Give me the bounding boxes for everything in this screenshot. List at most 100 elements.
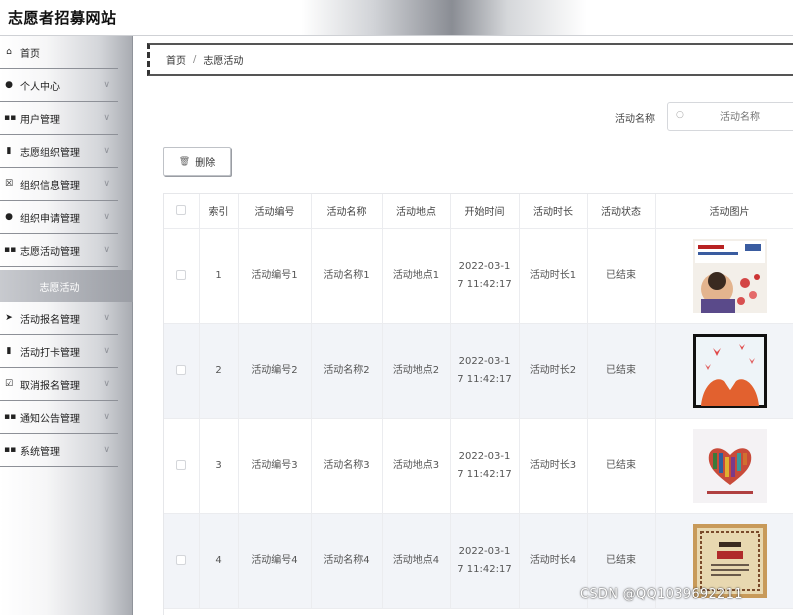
sidebar-item-user-management[interactable]: ▪▪ 用户管理 ∨: [0, 102, 118, 135]
sidebar-item-activity-signup[interactable]: ➤ 活动报名管理 ∨: [0, 302, 118, 335]
column-header: 开始时间: [450, 194, 520, 229]
activity-image-books-heart[interactable]: [692, 428, 767, 503]
sidebar-item-label: 个人中心: [20, 81, 60, 93]
sidebar-item-label: 志愿活动管理: [20, 246, 80, 258]
cell-start-time: 2022-03-1 7 11:42:17: [450, 323, 520, 419]
cell-name: 活动名称4: [311, 513, 383, 609]
table-row[interactable]: 1 活动编号1 活动名称1 活动地点1 2022-03-1 7 11:42:17 …: [164, 228, 793, 324]
column-header: 活动图片: [655, 194, 793, 229]
cell-place: 活动地点2: [382, 323, 451, 419]
cell-code: 活动编号4: [238, 513, 312, 609]
sidebar-item-personal-center[interactable]: ● 个人中心 ∨: [0, 69, 118, 102]
person-icon: ●: [5, 212, 13, 222]
grid-icon: ▪▪: [4, 445, 17, 455]
sidebar-item-label: 组织申请管理: [20, 213, 80, 225]
table-header-row: 索引 活动编号 活动名称 活动地点 开始时间 活动时长 活动状态 活动图片: [164, 194, 793, 229]
cell-place: 活动地点4: [382, 513, 451, 609]
activity-image-poster[interactable]: [692, 238, 767, 313]
column-header: 活动地点: [382, 194, 451, 229]
grid-icon: ▪▪: [4, 245, 17, 255]
breadcrumb-separator: /: [193, 54, 197, 65]
chevron-down-icon: ∨: [103, 179, 110, 189]
user-icon: ●: [5, 80, 13, 90]
grid-icon: ▪▪: [4, 412, 17, 422]
sidebar-item-org-application[interactable]: ● 组织申请管理 ∨: [0, 201, 118, 234]
cell-name: 活动名称1: [311, 228, 383, 324]
sidebar-subitem-volunteer-activity[interactable]: 志愿活动: [0, 270, 133, 302]
activity-image-hands-heart[interactable]: [692, 333, 767, 408]
column-header: 活动时长: [519, 194, 588, 229]
chevron-down-icon: ∨: [103, 80, 110, 90]
cell-start-time: 2022-03-1 7 11:42:17: [450, 228, 520, 324]
sidebar-item-label: 通知公告管理: [20, 413, 80, 425]
chevron-down-icon: ∨: [103, 113, 110, 123]
select-all-checkbox[interactable]: [176, 205, 187, 216]
breadcrumb-current: 志愿活动: [203, 56, 244, 67]
delete-button[interactable]: 🗑 删除: [163, 147, 231, 176]
cell-status: 已结束: [587, 323, 656, 419]
row-checkbox[interactable]: [176, 269, 187, 280]
sidebar-item-label: 活动打卡管理: [20, 347, 80, 359]
breadcrumb-home[interactable]: 首页: [166, 52, 186, 67]
sidebar-item-label: 取消报名管理: [20, 380, 80, 392]
sidebar-item-notice[interactable]: ▪▪ 通知公告管理 ∨: [0, 401, 118, 434]
cell-duration: 活动时长1: [519, 228, 588, 324]
cell-code: 活动编号1: [238, 228, 312, 324]
chevron-up-icon: ∨: [103, 245, 110, 255]
cell-image: [655, 228, 793, 324]
search-input[interactable]: [690, 107, 790, 127]
column-header: 索引: [199, 194, 239, 229]
sidebar-item-label: 志愿组织管理: [20, 147, 80, 159]
cell-duration: 活动时长3: [519, 418, 588, 514]
delete-button-label: 删除: [195, 158, 216, 169]
cell-place: 活动地点1: [382, 228, 451, 324]
table-row[interactable]: 2 活动编号2 活动名称2 活动地点2 2022-03-1 7 11:42:17 …: [164, 323, 793, 419]
home-icon: ⌂: [6, 47, 12, 57]
chart-icon: ▮: [6, 146, 12, 156]
row-checkbox[interactable]: [176, 554, 187, 565]
cell-status: 已结束: [587, 418, 656, 514]
bar-chart-icon: ▮: [6, 346, 12, 356]
cell-place: 活动地点3: [382, 418, 451, 514]
chevron-down-icon: ∨: [103, 412, 110, 422]
sidebar-item-label: 首页: [20, 48, 40, 60]
chevron-down-icon: ∨: [103, 146, 110, 156]
sidebar-item-label: 系统管理: [20, 446, 60, 458]
search-field[interactable]: ○: [667, 102, 793, 131]
sidebar-item-volunteer-activity[interactable]: ▪▪ 志愿活动管理 ∨: [0, 234, 118, 267]
column-header: 活动状态: [587, 194, 656, 229]
search-icon: ○: [676, 110, 684, 120]
sidebar-item-org-info[interactable]: ☒ 组织信息管理 ∨: [0, 168, 118, 201]
cell-name: 活动名称3: [311, 418, 383, 514]
cell-duration: 活动时长4: [519, 513, 588, 609]
chevron-down-icon: ∨: [103, 379, 110, 389]
grid-icon: ▪▪: [4, 113, 17, 123]
cell-index: 2: [199, 323, 239, 419]
send-icon: ➤: [5, 313, 13, 323]
sidebar-item-cancel-signup[interactable]: ☑ 取消报名管理 ∨: [0, 368, 118, 401]
sidebar-item-label: 组织信息管理: [20, 180, 80, 192]
search-label: 活动名称: [615, 114, 655, 125]
breadcrumb: 首页 / 志愿活动: [147, 43, 793, 76]
checkbox-icon: ☑: [4, 379, 14, 389]
cell-code: 活动编号3: [238, 418, 312, 514]
site-title: 志愿者招募网站: [8, 9, 117, 27]
cell-index: 3: [199, 418, 239, 514]
chevron-down-icon: ∨: [103, 445, 110, 455]
top-header: 志愿者招募网站: [0, 0, 793, 36]
table-row[interactable]: 3 活动编号3 活动名称3 活动地点3 2022-03-1 7 11:42:17 …: [164, 418, 793, 514]
cell-image: [655, 418, 793, 514]
column-header: 活动编号: [238, 194, 312, 229]
header-select-all[interactable]: [164, 194, 200, 229]
cell-start-time: 2022-03-1 7 11:42:17: [450, 418, 520, 514]
row-checkbox[interactable]: [176, 364, 187, 375]
sidebar: ⌂ 首页 ● 个人中心 ∨ ▪▪ 用户管理 ∨ ▮ 志愿组织管理 ∨ ☒ 组织信…: [0, 36, 133, 615]
sidebar-item-activity-checkin[interactable]: ▮ 活动打卡管理 ∨: [0, 335, 118, 368]
sidebar-item-system[interactable]: ▪▪ 系统管理 ∨: [0, 434, 118, 467]
cell-image: [655, 323, 793, 419]
cell-status: 已结束: [587, 228, 656, 324]
sidebar-item-home[interactable]: ⌂ 首页: [0, 36, 118, 69]
sidebar-item-volunteer-org[interactable]: ▮ 志愿组织管理 ∨: [0, 135, 118, 168]
row-checkbox[interactable]: [176, 459, 187, 470]
csdn-watermark: CSDN @QQ1039692211: [580, 587, 743, 602]
